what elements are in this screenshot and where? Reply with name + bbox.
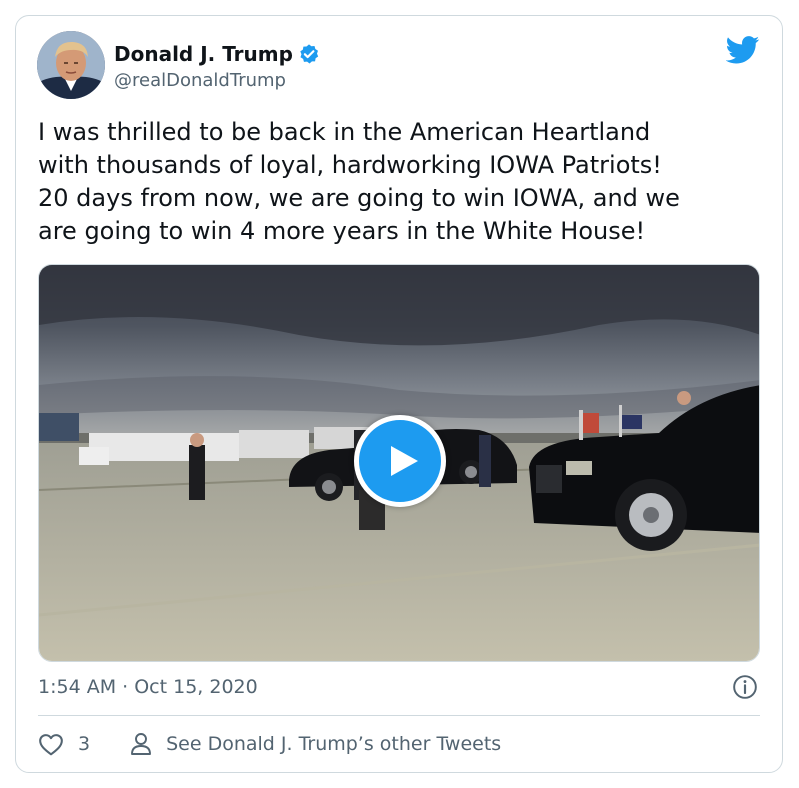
divider [38,715,760,716]
heart-icon[interactable] [38,732,64,756]
tweet-actions: 3 See Donald J. Trump’s other Tweets [38,728,501,760]
verified-badge-icon [300,44,319,64]
info-icon[interactable] [732,674,758,700]
other-tweets-link[interactable]: See Donald J. Trump’s other Tweets [130,732,501,756]
profile-photo [37,31,105,99]
person-icon [131,733,152,755]
author-name-row[interactable]: Donald J. Trump [114,42,320,66]
tweet-text: I was thrilled to be back in the America… [38,118,680,245]
twitter-bird-icon[interactable] [726,36,760,64]
video-player[interactable] [38,264,760,662]
tweet-timestamp[interactable]: 1:54 AM · Oct 15, 2020 [38,676,258,698]
author-name[interactable]: Donald J. Trump [114,42,293,66]
tweet-card: Donald J. Trump @realDonaldTrump I was t… [15,15,783,773]
other-tweets-label[interactable]: See Donald J. Trump’s other Tweets [166,733,501,755]
play-icon [391,446,418,476]
profile-avatar[interactable] [37,31,105,99]
like-count[interactable]: 3 [78,733,90,755]
author-handle[interactable]: @realDonaldTrump [114,70,286,91]
play-button[interactable] [354,415,446,507]
